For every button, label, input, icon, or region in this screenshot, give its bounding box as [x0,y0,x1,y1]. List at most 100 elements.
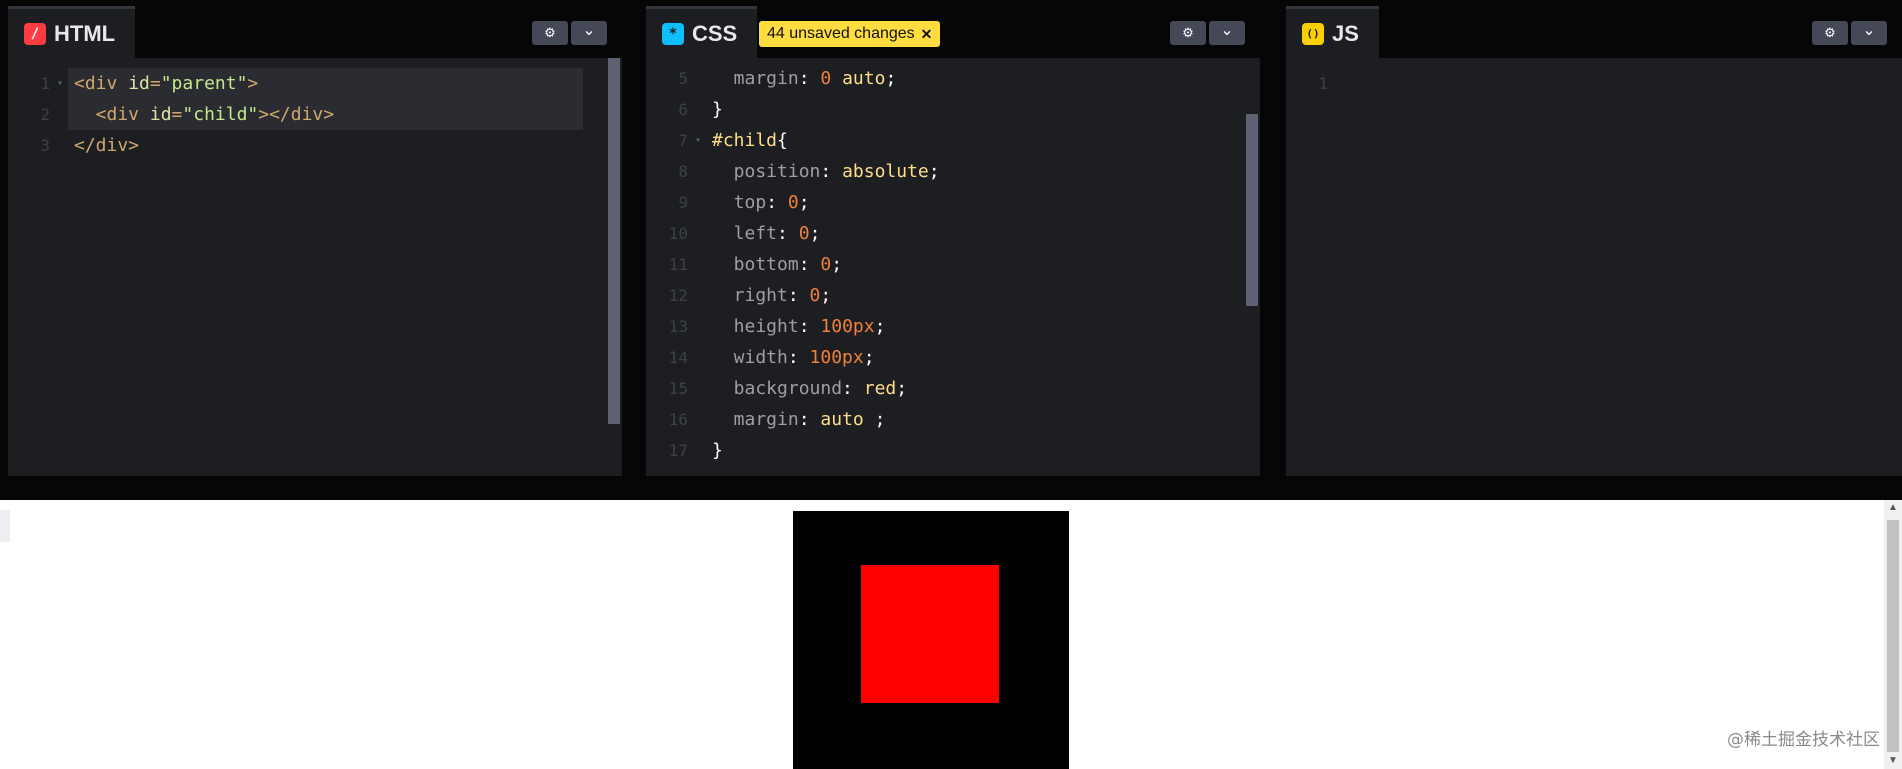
code-text: margin: auto ; [712,404,886,435]
line-number: 6 [678,100,688,119]
code-token: = [149,73,161,94]
code-line[interactable]: 17} [646,435,1260,466]
html-collapse-button[interactable]: ⌄ [571,21,607,45]
js-collapse-button[interactable]: ⌄ [1851,21,1887,45]
code-line[interactable]: 10 left: 0; [646,218,1260,249]
unsaved-changes-text: 44 unsaved changes [767,25,915,42]
code-line[interactable]: 2 <div id="child"></div> [8,99,622,130]
line-number: 1 [40,74,50,93]
code-line[interactable]: 8 position: absolute; [646,156,1260,187]
code-line[interactable]: 3 </div> [8,130,622,161]
preview-scrollbar[interactable]: ▲ ▼ [1884,500,1902,769]
code-token: position [712,161,821,182]
css-settings-button[interactable]: ⚙ [1170,21,1206,45]
code-line[interactable]: 6} [646,94,1260,125]
code-token: : [798,316,821,337]
tab-js[interactable]: () JS [1286,6,1379,58]
code-token: height [712,316,799,337]
code-line[interactable]: 1 [1286,68,1902,99]
js-settings-button[interactable]: ⚙ [1812,21,1848,45]
line-number: 17 [668,441,688,460]
css-collapse-button[interactable]: ⌄ [1209,21,1245,45]
code-token: ; [831,254,843,275]
code-line[interactable]: 16 margin: auto ; [646,404,1260,435]
css-code-editor[interactable]: 5 margin: 0 auto; 6} 7 ▾ #child{8 position: … [646,63,1260,476]
code-token: } [712,99,723,120]
html-panel-header: / HTML ⚙ ⌄ [8,6,622,58]
code-token: : [787,285,810,306]
code-token: left [712,223,778,244]
code-token: "child" [182,104,259,125]
braces-icon: () [1302,22,1324,45]
code-token: auto [820,409,864,430]
code-token: right [712,285,788,306]
code-text: right: 0; [712,280,832,311]
tab-css[interactable]: * CSS [646,6,758,58]
code-line[interactable]: 5 margin: 0 auto; [646,63,1260,94]
line-number: 2 [40,105,50,124]
chevron-down-icon: ⌄ [1862,22,1876,39]
code-token: 100px [820,316,875,337]
html-scrollbar[interactable] [608,58,620,424]
scroll-up-arrow-icon[interactable]: ▲ [1888,503,1898,513]
code-token: #child [712,130,778,151]
resize-divider[interactable] [0,476,1902,500]
fold-arrow-icon[interactable]: ▾ [57,68,63,99]
html-code-editor[interactable]: 1 ▾ <div id="parent"> 2 <div id="child"></d… [8,68,622,476]
js-code-editor[interactable]: 1 [1286,68,1902,476]
tab-css-label: CSS [692,20,738,46]
css-scrollbar[interactable] [1246,114,1258,306]
code-text: } [712,94,723,125]
preview-scroll-thumb[interactable] [1887,520,1899,752]
code-text: #child{ [712,125,788,156]
code-text: position: absolute; [712,156,940,187]
code-token: : [798,254,821,275]
code-token: : [777,223,799,244]
code-line[interactable]: 14 width: 100px; [646,342,1260,373]
js-editor-panel: () JS ⚙ ⌄ 1 [1286,6,1902,476]
code-token: ; [798,192,810,213]
code-line[interactable]: 9 top: 0; [646,187,1260,218]
code-token: ; [863,409,886,430]
code-token: ; [874,316,886,337]
code-token: margin [712,409,799,430]
html-settings-button[interactable]: ⚙ [532,21,568,45]
code-line[interactable]: 13 height: 100px; [646,311,1260,342]
code-line[interactable]: 7 ▾ #child{ [646,125,1260,156]
code-token: id [128,73,150,94]
code-line[interactable]: 1 ▾ <div id="parent"> [8,68,622,99]
code-token: red [863,378,897,399]
code-text: top: 0; [712,187,810,218]
code-token: ; [809,223,821,244]
code-text: margin: 0 auto; [712,63,897,94]
asterisk-icon: * [662,22,684,45]
code-token: 0 [820,68,832,89]
code-token: ; [896,378,908,399]
tab-js-label: JS [1332,20,1359,46]
code-token: 100px [809,347,864,368]
unsaved-changes-badge[interactable]: 44 unsaved changes ✕ [759,21,941,47]
code-token: <div [74,73,129,94]
code-line[interactable]: 12 right: 0; [646,280,1260,311]
line-number: 5 [678,69,688,88]
code-token: } [712,440,723,461]
code-token: ; [820,285,832,306]
close-icon[interactable]: ✕ [921,26,933,43]
code-token: ; [928,161,940,182]
tab-html[interactable]: / HTML [8,6,136,58]
code-text: left: 0; [712,218,821,249]
code-token: "parent" [160,73,248,94]
line-number: 10 [668,224,688,243]
code-line[interactable]: 11 bottom: 0; [646,249,1260,280]
code-token: : [820,161,843,182]
code-line[interactable]: 15 background: red; [646,373,1260,404]
code-text: } [712,435,723,466]
css-panel-header: * CSS 44 unsaved changes ✕ ⚙ ⌄ [646,6,1260,58]
line-number: 13 [668,317,688,336]
preview-side-handle[interactable] [0,510,10,542]
fold-arrow-icon[interactable]: ▾ [695,125,701,156]
code-token: bottom [712,254,799,275]
scroll-down-arrow-icon[interactable]: ▼ [1888,756,1898,766]
code-text: <div id="child"></div> [74,99,334,130]
result-preview: @稀土掘金技术社区 ▲ ▼ [0,500,1902,769]
